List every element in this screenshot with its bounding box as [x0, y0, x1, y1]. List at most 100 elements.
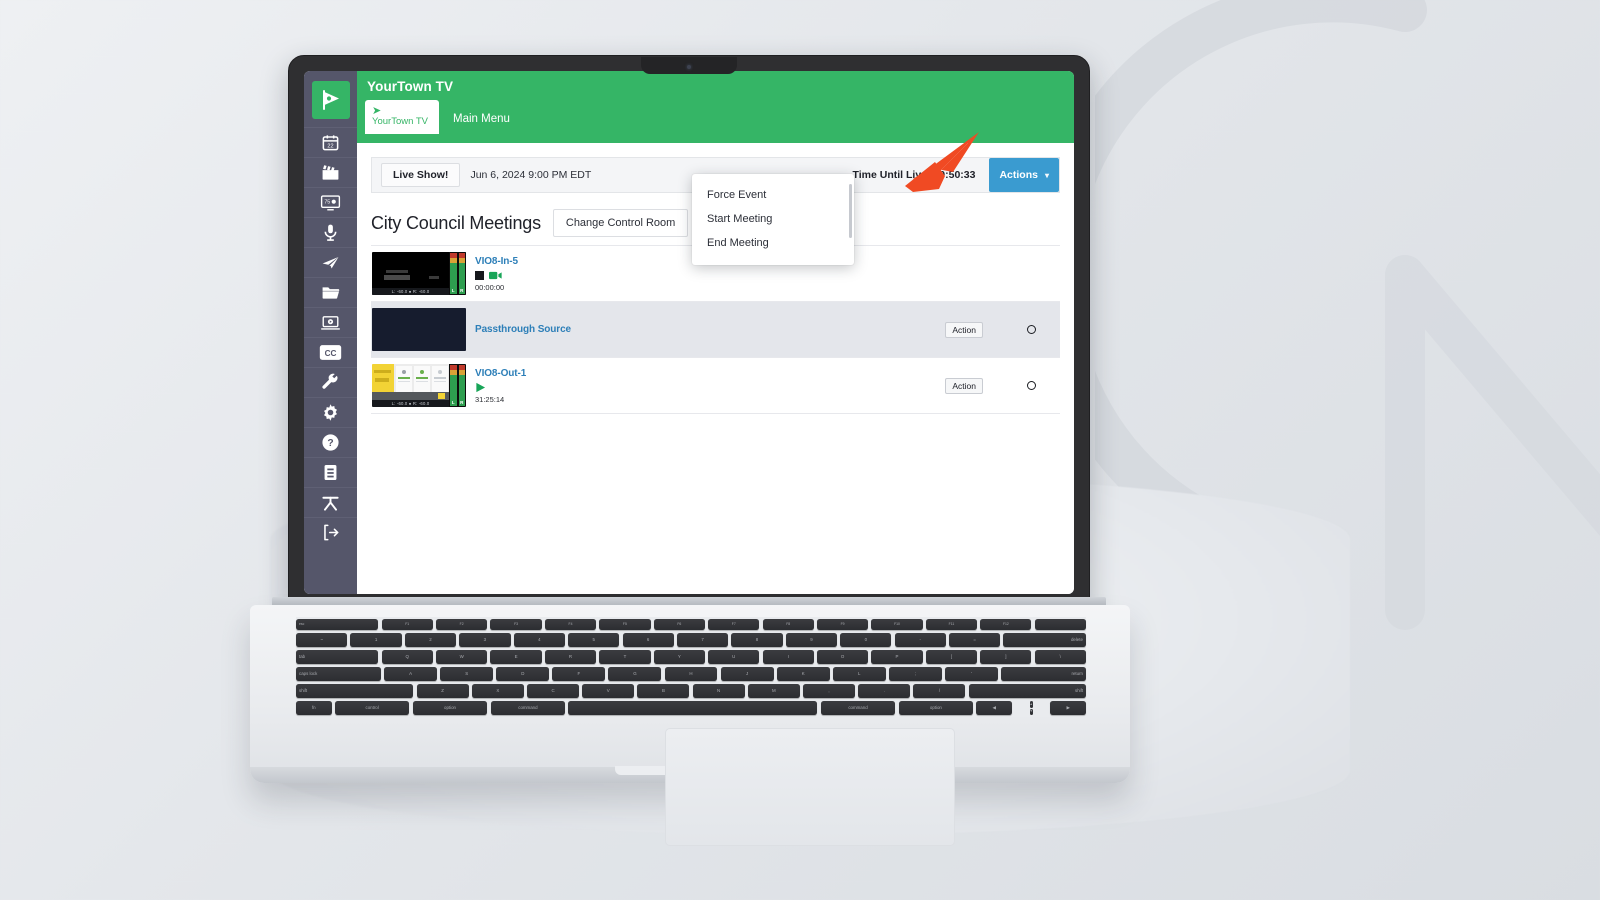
key-h: H	[664, 667, 718, 681]
sidebar-item-send[interactable]	[304, 247, 357, 277]
paper-plane-icon	[322, 256, 339, 269]
actions-button[interactable]: Actions ▾	[989, 158, 1059, 192]
key-q: Q	[381, 650, 433, 664]
event-datetime: Jun 6, 2024 9:00 PM EDT	[470, 169, 592, 181]
key-option-left: option	[412, 701, 488, 715]
key-3: 3	[459, 633, 511, 647]
key-shift-left: shift	[296, 684, 414, 698]
key-f: F	[552, 667, 606, 681]
source-thumbnail[interactable]: L R L: -60.0 ● R: -60.0	[372, 364, 466, 407]
chevron-down-icon: ▾	[1044, 170, 1049, 180]
key-8: 8	[731, 633, 783, 647]
table-row[interactable]: Passthrough Source Action	[371, 302, 1060, 358]
sidebar-item-logs[interactable]	[304, 457, 357, 487]
source-info: Passthrough Source	[466, 324, 945, 335]
brand-title: YourTown TV	[367, 79, 454, 94]
keyboard-row-bottom-letters: shift Z X C V B N M , . / shift	[296, 684, 1087, 698]
key-l: L	[832, 667, 886, 681]
play-icon[interactable]	[475, 382, 486, 393]
camcorder-icon[interactable]	[489, 271, 502, 280]
laptop-lid: 22 75 CC ? YourTown TV ➤ YourTown TV Mai…	[288, 55, 1090, 610]
key-shift-right: shift	[968, 684, 1087, 698]
change-control-room-button[interactable]: Change Control Room	[552, 209, 689, 237]
svg-text:75: 75	[324, 200, 330, 206]
menu-item-start-meeting[interactable]: Start Meeting	[692, 207, 854, 231]
sidebar-item-productions[interactable]	[304, 157, 357, 187]
top-bar: YourTown TV ➤ YourTown TV Main Menu	[357, 71, 1074, 143]
source-name[interactable]: VIO8-Out-1	[475, 368, 945, 379]
menu-item-end-meeting[interactable]: End Meeting	[692, 231, 854, 255]
action-button[interactable]: Action	[945, 321, 983, 338]
key-u: U	[708, 650, 760, 664]
source-timecode: 31:25:14	[475, 394, 505, 404]
sidebar-item-calendar[interactable]: 22	[304, 127, 357, 157]
table-row[interactable]: L R L: -60.0 ● R: -60.0 VIO8-Out-1 31:25…	[371, 358, 1060, 414]
key-equal: =	[949, 633, 1001, 647]
navigation-arrow-icon: ➤	[372, 104, 382, 117]
audio-meters: L R	[449, 252, 466, 295]
key-bracket-left: [	[925, 650, 978, 664]
source-thumbnail[interactable]	[372, 308, 466, 351]
dropdown-scrollbar[interactable]	[849, 184, 852, 238]
wrench-icon	[322, 373, 338, 389]
clapperboard-icon	[322, 165, 339, 180]
document-icon	[324, 464, 337, 481]
key-t: T	[599, 650, 651, 664]
key-j: J	[720, 667, 774, 681]
key-i: I	[762, 650, 814, 664]
svg-text:22: 22	[327, 144, 333, 150]
sidebar-item-player[interactable]	[304, 307, 357, 337]
stop-square-icon[interactable]	[475, 270, 484, 280]
action-button[interactable]: Action	[945, 377, 983, 394]
key-f10: F10	[871, 619, 923, 630]
keyboard-row-function: esc F1 F2 F3 F4 F5 F6 F7 F8 F9 F10 F11 F…	[296, 619, 1086, 630]
tab-yourtown-tv[interactable]: ➤ YourTown TV	[365, 100, 439, 134]
key-1: 1	[350, 633, 402, 647]
calendar-icon: 22	[322, 135, 339, 151]
laptop-screen: 22 75 CC ? YourTown TV ➤ YourTown TV Mai…	[304, 71, 1074, 594]
svg-text:?: ?	[327, 438, 333, 449]
laptop-player-icon	[321, 316, 340, 330]
sidebar-item-settings[interactable]	[304, 397, 357, 427]
key-slash: /	[913, 684, 966, 698]
row-actions: Action	[945, 377, 1060, 394]
key-arrow-right: ▶	[1050, 701, 1086, 715]
circle-icon[interactable]	[1027, 381, 1036, 390]
key-caps-lock: caps lock	[296, 667, 381, 681]
key-g: G	[608, 667, 662, 681]
source-thumbnail[interactable]: L R L: -60.0 ● R: -60.0	[372, 252, 466, 295]
sidebar-item-audio[interactable]	[304, 217, 357, 247]
key-f8: F8	[762, 619, 814, 630]
key-fn: fn	[296, 701, 332, 715]
sidebar-item-accessibility[interactable]	[304, 487, 357, 517]
key-f1: F1	[381, 619, 433, 630]
keyboard-row-numbers: ~ 1 2 3 4 5 6 7 8 9 0 - = delete	[296, 633, 1086, 647]
key-f7: F7	[708, 619, 760, 630]
sidebar-item-help[interactable]: ?	[304, 427, 357, 457]
sidebar-item-cc[interactable]: CC	[304, 337, 357, 367]
source-controls	[475, 382, 945, 393]
sidebar-item-tools[interactable]	[304, 367, 357, 397]
thumbnail-db-readout: L: -60.0 ● R: -60.0	[372, 400, 449, 407]
tab-main-menu[interactable]: Main Menu	[439, 113, 520, 134]
folder-icon	[322, 287, 340, 299]
key-x: X	[471, 684, 524, 698]
key-quote: '	[944, 667, 998, 681]
key-backslash: \	[1034, 650, 1086, 664]
circle-icon[interactable]	[1027, 325, 1036, 334]
app-logo[interactable]	[311, 81, 350, 119]
content-area: YourTown TV ➤ YourTown TV Main Menu Live…	[357, 71, 1074, 594]
actions-dropdown-menu[interactable]: Force Event Start Meeting End Meeting	[692, 174, 854, 265]
sidebar-item-files[interactable]	[304, 277, 357, 307]
key-period: .	[858, 684, 911, 698]
accessibility-icon	[322, 496, 339, 511]
key-k: K	[776, 667, 830, 681]
keyboard-row-qwerty: tab Q W E R T Y U I O P [ ] \	[296, 650, 1086, 664]
keyboard: esc F1 F2 F3 F4 F5 F6 F7 F8 F9 F10 F11 F…	[296, 617, 1087, 717]
monitor-icon: 75	[320, 195, 341, 211]
sidebar-item-logout[interactable]	[304, 517, 357, 547]
sidebar-item-channel[interactable]: 75	[304, 187, 357, 217]
key-2: 2	[404, 633, 457, 647]
menu-item-force-event[interactable]: Force Event	[692, 183, 854, 207]
source-name[interactable]: Passthrough Source	[475, 324, 945, 335]
